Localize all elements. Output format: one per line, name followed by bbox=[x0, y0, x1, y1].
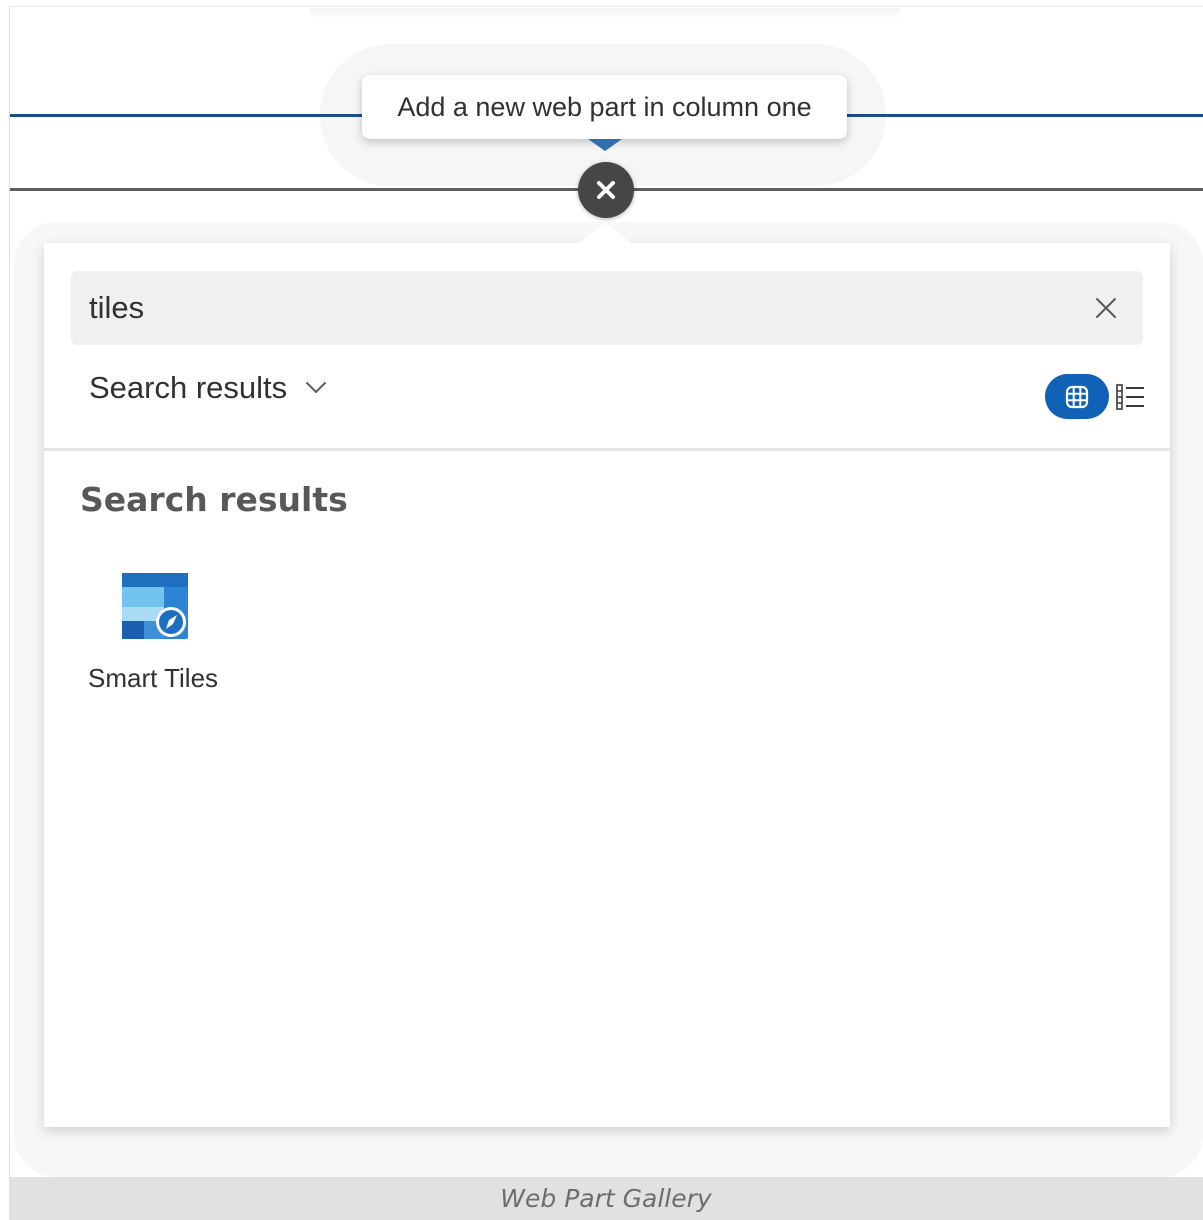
category-dropdown-label: Search results bbox=[89, 370, 288, 405]
list-view-icon bbox=[1116, 384, 1144, 410]
grid-view-icon bbox=[1065, 385, 1089, 408]
list-view-button[interactable] bbox=[1115, 383, 1147, 411]
panel-pointer bbox=[579, 223, 631, 243]
tooltip-pointer bbox=[588, 139, 622, 151]
category-dropdown[interactable]: Search results bbox=[89, 367, 327, 409]
clear-search-button[interactable] bbox=[1091, 293, 1121, 323]
grid-view-button[interactable] bbox=[1045, 374, 1109, 419]
search-input[interactable] bbox=[89, 271, 1069, 345]
web-part-toolbox-panel: Search results Search results bbox=[44, 243, 1170, 1127]
smart-tiles-icon bbox=[122, 573, 188, 639]
results-heading: Search results bbox=[80, 480, 348, 519]
top-fade bbox=[310, 8, 900, 20]
panel-divider bbox=[44, 448, 1170, 451]
close-toolbox-button[interactable] bbox=[578, 162, 634, 218]
chevron-down-icon bbox=[306, 382, 327, 393]
close-icon bbox=[597, 181, 615, 199]
web-part-tile-smart-tiles[interactable]: Smart Tiles bbox=[76, 563, 236, 703]
caption-text: Web Part Gallery bbox=[500, 1184, 712, 1213]
add-web-part-tooltip: Add a new web part in column one bbox=[362, 75, 847, 139]
tile-label: Smart Tiles bbox=[88, 663, 219, 693]
dismiss-icon bbox=[1096, 298, 1116, 318]
search-box bbox=[71, 271, 1143, 345]
tooltip-text: Add a new web part in column one bbox=[397, 91, 812, 122]
figure-caption: Web Part Gallery bbox=[9, 1177, 1203, 1220]
